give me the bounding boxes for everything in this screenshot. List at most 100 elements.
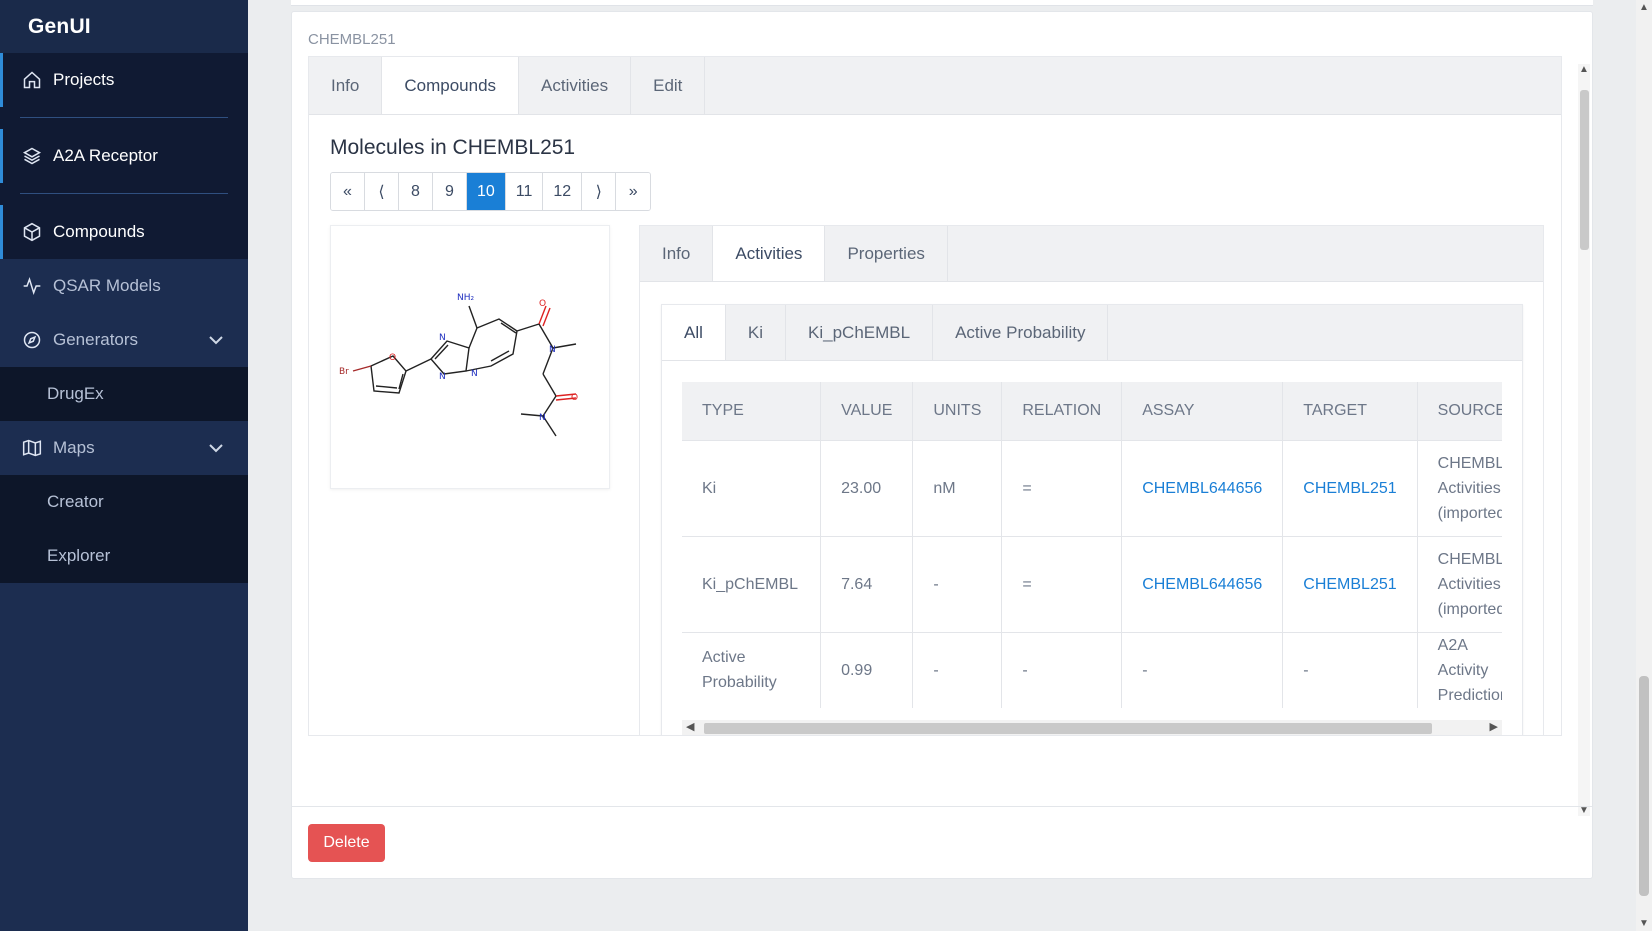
- table-horizontal-scrollbar[interactable]: ◀ ▶: [682, 720, 1502, 735]
- tab-info[interactable]: Info: [309, 57, 383, 114]
- page-button[interactable]: 8: [399, 173, 433, 210]
- assay-link[interactable]: CHEMBL644656: [1121, 535, 1284, 632]
- tab-molecule-properties[interactable]: Properties: [825, 226, 948, 281]
- tab-activity-ki[interactable]: Ki: [726, 305, 787, 360]
- page-last-button[interactable]: »: [616, 173, 651, 210]
- sidebar-item-compounds[interactable]: Compounds: [0, 205, 248, 259]
- column-header-source[interactable]: SOURCE: [1417, 382, 1502, 440]
- scroll-right-icon[interactable]: ▶: [1490, 720, 1498, 735]
- tab-activity-all[interactable]: All: [662, 305, 726, 360]
- card-footer-divider: [292, 806, 1592, 807]
- atom-label: N: [471, 369, 478, 379]
- sidebar-item-label: A2A Receptor: [53, 146, 158, 165]
- column-header-relation[interactable]: RELATION: [1001, 382, 1123, 440]
- table-row: Ki_pChEMBL 7.64 - = CHEMBL644656 CHEMBL2…: [682, 535, 1502, 632]
- column-header-type[interactable]: TYPE: [682, 382, 822, 440]
- cell-source: A2A Activity Prediction: [1417, 631, 1502, 708]
- target-link[interactable]: CHEMBL251: [1282, 439, 1418, 536]
- pagination: « ⟨ 8 9 10 11 12 ⟩ »: [330, 172, 652, 211]
- molecule-structure-card: NH₂ O N O Br O N N N N: [330, 225, 610, 489]
- cell-value: 7.64: [820, 535, 914, 632]
- tab-molecule-info[interactable]: Info: [640, 226, 714, 281]
- atom-label: Br: [339, 367, 349, 377]
- tab-edit[interactable]: Edit: [631, 57, 706, 114]
- column-header-assay[interactable]: ASSAY: [1121, 382, 1284, 440]
- page-next-button[interactable]: ⟩: [582, 173, 617, 210]
- cell-units: -: [912, 631, 1003, 708]
- atom-label: NH₂: [457, 293, 475, 303]
- atom-label: O: [389, 353, 396, 363]
- page-button[interactable]: 12: [543, 173, 583, 210]
- scroll-up-icon[interactable]: ▲: [1579, 64, 1589, 75]
- tab-compounds[interactable]: Compounds: [382, 57, 520, 114]
- sidebar-item-maps[interactable]: Maps: [0, 421, 248, 475]
- cell-type: Ki: [682, 439, 822, 536]
- delete-button[interactable]: Delete: [308, 824, 385, 862]
- home-icon: [21, 69, 43, 91]
- table-row: Ki 23.00 nM = CHEMBL644656 CHEMBL251 CHE…: [682, 439, 1502, 536]
- compass-icon: [21, 329, 43, 351]
- page-first-button[interactable]: «: [331, 173, 365, 210]
- main-tabs: Info Compounds Activities Edit: [309, 57, 1561, 115]
- scrollbar-thumb[interactable]: [1639, 676, 1649, 896]
- maps-submenu: Creator Explorer: [0, 475, 248, 583]
- tab-activity-ki-pchembl[interactable]: Ki_pChEMBL: [786, 305, 934, 360]
- molecule-tabs: Info Activities Properties: [640, 226, 1543, 282]
- column-header-units[interactable]: UNITS: [912, 382, 1003, 440]
- generators-submenu: DrugEx: [0, 367, 248, 421]
- cell-value: 0.99: [820, 631, 914, 708]
- table-header-row: TYPE VALUE UNITS RELATION ASSAY TARGET S…: [682, 382, 1502, 440]
- cell-units: nM: [912, 439, 1003, 536]
- sidebar-divider: [0, 183, 248, 205]
- atom-label: N: [539, 413, 546, 423]
- scroll-left-icon[interactable]: ◀: [686, 720, 694, 735]
- sidebar-item-qsar[interactable]: QSAR Models: [0, 259, 248, 313]
- chevron-down-icon[interactable]: [208, 332, 224, 348]
- sidebar-item-creator[interactable]: Creator: [0, 475, 248, 529]
- cell-relation: =: [1001, 439, 1123, 536]
- cell-source: CHEMBL Activities (imported): [1417, 439, 1502, 536]
- page-scrollbar[interactable]: ▲ ▼: [1636, 0, 1652, 931]
- tab-molecule-activities[interactable]: Activities: [713, 226, 826, 281]
- sidebar-item-project[interactable]: A2A Receptor: [0, 129, 248, 183]
- target-link[interactable]: CHEMBL251: [1282, 535, 1418, 632]
- brand-logo[interactable]: GenUI: [0, 0, 248, 53]
- scroll-up-icon[interactable]: ▲: [1639, 2, 1649, 13]
- card-content: Info Compounds Activities Edit Molecules…: [308, 56, 1562, 736]
- sidebar-item-explorer[interactable]: Explorer: [0, 529, 248, 583]
- tab-activity-active-probability[interactable]: Active Probability: [933, 305, 1109, 360]
- activities-panel: All Ki Ki_pChEMBL Active Probability TYP…: [661, 304, 1523, 735]
- sidebar-item-label: Projects: [53, 70, 115, 89]
- page-button[interactable]: 9: [433, 173, 467, 210]
- page-prev-button[interactable]: ⟨: [365, 173, 399, 210]
- assay-link[interactable]: CHEMBL644656: [1121, 439, 1284, 536]
- project-card: CHEMBL251 Info Compounds Activities Edit…: [291, 11, 1593, 879]
- table-row: Active Probability 0.99 - - - - A2A Acti…: [682, 631, 1502, 708]
- scrollbar-thumb[interactable]: [704, 723, 1432, 734]
- scroll-down-icon[interactable]: ▼: [1639, 918, 1649, 929]
- sidebar-item-generators[interactable]: Generators: [0, 313, 248, 367]
- card-vertical-scrollbar[interactable]: ▲ ▼: [1578, 64, 1590, 816]
- sidebar-divider: [0, 107, 248, 129]
- atom-label: N: [439, 372, 446, 382]
- cell-value: 23.00: [820, 439, 914, 536]
- sidebar-item-drugex[interactable]: DrugEx: [0, 367, 248, 421]
- scrollbar-thumb[interactable]: [1580, 90, 1589, 250]
- activities-table: TYPE VALUE UNITS RELATION ASSAY TARGET S…: [682, 382, 1502, 708]
- column-header-target[interactable]: TARGET: [1282, 382, 1418, 440]
- atom-label: O: [571, 393, 578, 403]
- tab-activities[interactable]: Activities: [519, 57, 632, 114]
- column-header-value[interactable]: VALUE: [820, 382, 914, 440]
- sidebar-item-projects[interactable]: Projects: [0, 53, 248, 107]
- breadcrumb: CHEMBL251: [308, 31, 396, 48]
- activity-type-tabs: All Ki Ki_pChEMBL Active Probability: [662, 305, 1522, 361]
- map-icon: [21, 437, 43, 459]
- page-button-current[interactable]: 10: [467, 173, 506, 210]
- molecule-detail-panel: Info Activities Properties All Ki Ki_pCh…: [639, 225, 1544, 735]
- sidebar-item-label: Compounds: [53, 222, 145, 241]
- cell-assay: -: [1121, 631, 1284, 708]
- chevron-down-icon[interactable]: [208, 440, 224, 456]
- cell-relation: -: [1001, 631, 1123, 708]
- page-button[interactable]: 11: [505, 173, 544, 210]
- sidebar-item-label: Maps: [53, 438, 95, 457]
